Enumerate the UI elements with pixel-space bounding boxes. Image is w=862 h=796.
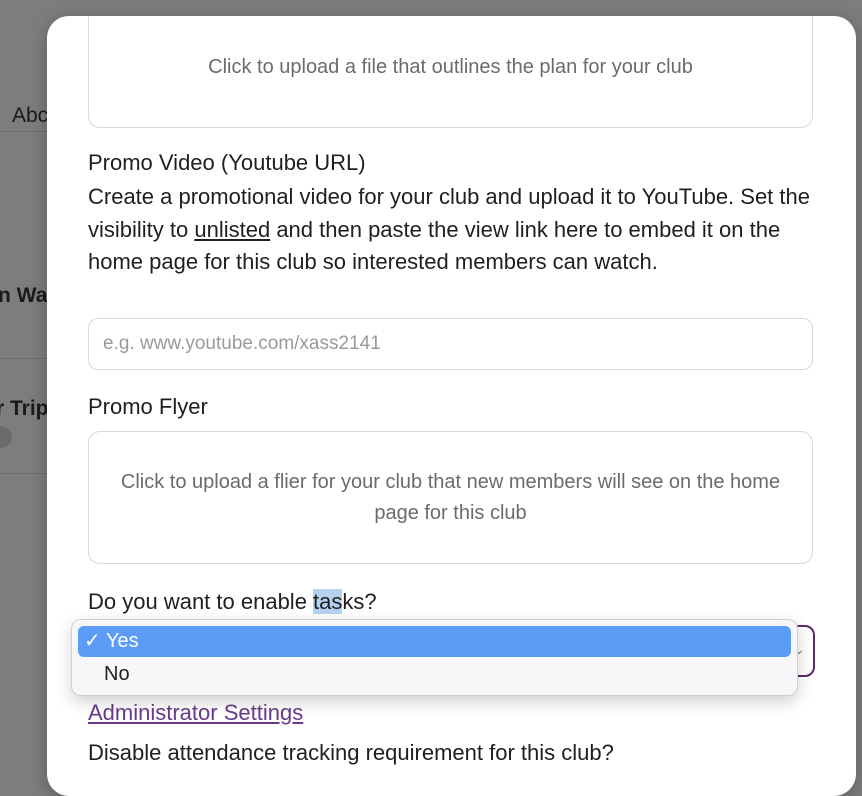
plan-upload-dropzone[interactable]: Click to upload a file that outlines the…: [88, 16, 813, 128]
promo-video-description: Create a promotional video for your club…: [88, 181, 813, 279]
administrator-settings-link[interactable]: Administrator Settings: [88, 700, 303, 726]
enable-tasks-label-start: Do you want to enable: [88, 589, 314, 614]
dropdown-option-yes[interactable]: ✓ Yes: [78, 626, 791, 657]
disable-attendance-label: Disable attendance tracking requirement …: [88, 740, 614, 765]
promo-flyer-dropzone[interactable]: Click to upload a flier for your club th…: [88, 431, 813, 564]
unlisted-term: unlisted: [194, 216, 271, 242]
background-text-wa: n Wa: [0, 284, 48, 307]
enable-tasks-label-end: ks?: [342, 589, 377, 614]
plan-upload-prompt: Click to upload a file that outlines the…: [208, 55, 693, 78]
enable-tasks-dropdown-menu: ✓ Yes No: [71, 619, 798, 696]
background-toggle: [0, 426, 12, 448]
background-text-about: Abc: [12, 104, 49, 127]
checkmark-icon: ✓: [84, 630, 101, 652]
promo-flyer-prompt: Click to upload a flier for your club th…: [120, 470, 781, 524]
dropdown-option-no[interactable]: No: [78, 659, 791, 690]
background-text-trip: r Trip: [0, 397, 49, 420]
enable-tasks-label: Do you want to enable tasks?: [88, 589, 377, 615]
option-label: No: [104, 663, 130, 685]
enable-tasks-label-selected-text: tas: [313, 589, 343, 614]
option-label: Yes: [105, 630, 139, 652]
promo-flyer-label: Promo Flyer: [88, 394, 208, 419]
promo-video-label: Promo Video (Youtube URL): [88, 150, 366, 175]
promo-video-url-input[interactable]: [88, 318, 813, 370]
